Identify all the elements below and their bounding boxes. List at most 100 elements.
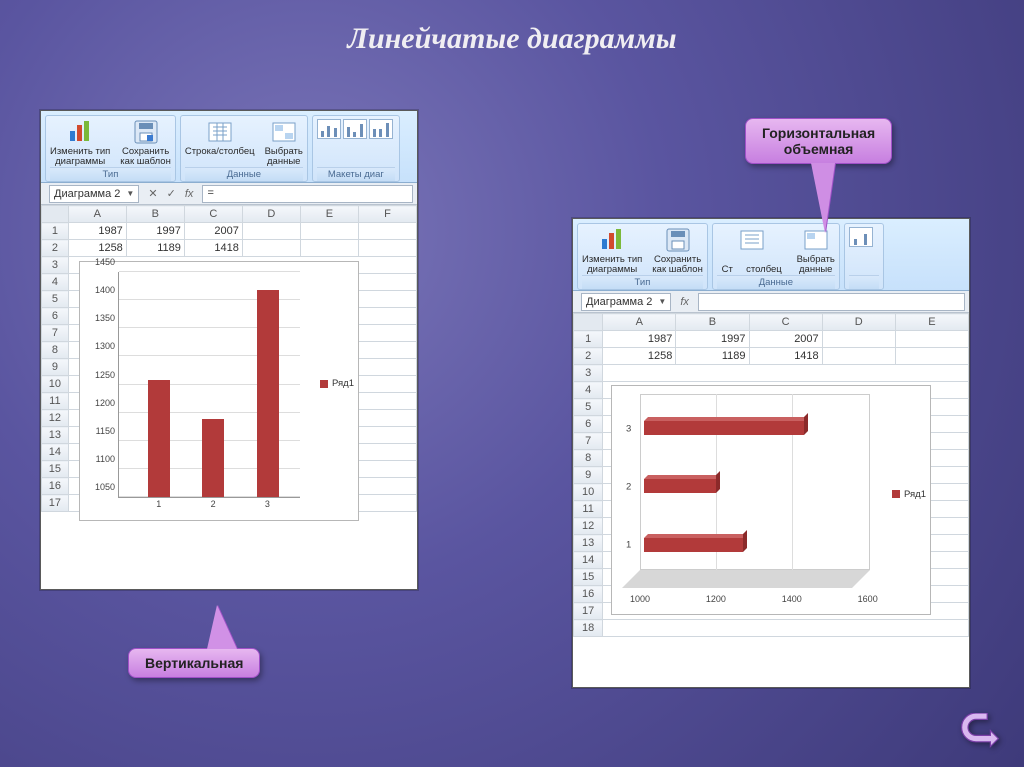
row-header[interactable]: 4 [42,274,69,291]
back-arrow-button[interactable] [960,713,1006,753]
formula-bar[interactable] [698,293,965,311]
row-header[interactable]: 12 [574,518,603,535]
fx-icon[interactable]: fx [185,188,194,200]
cell[interactable]: 1997 [126,223,184,240]
formula-bar[interactable]: = [202,185,413,203]
cancel-icon[interactable]: ✕ [148,188,157,200]
row-header[interactable]: 9 [42,359,69,376]
cell[interactable] [300,223,358,240]
cell[interactable] [822,348,895,365]
row-header[interactable]: 6 [42,308,69,325]
col-header[interactable]: B [676,314,749,331]
cell[interactable] [358,240,416,257]
embedded-chart-vertical-bar[interactable]: 1050 1100 1150 1200 1250 1300 1350 1400 … [79,261,359,521]
slide-title: Линейчатые диаграммы [0,22,1024,56]
row-header[interactable]: 10 [42,376,69,393]
cell[interactable] [895,348,968,365]
row-header[interactable]: 2 [42,240,69,257]
col-header[interactable]: F [358,206,416,223]
row-header[interactable]: 9 [574,467,603,484]
row-header[interactable]: 17 [574,603,603,620]
col-header[interactable]: C [184,206,242,223]
col-header[interactable]: A [68,206,126,223]
select-all-corner[interactable] [574,314,603,331]
col-header[interactable]: B [126,206,184,223]
name-box[interactable]: Диаграмма 2▼ [581,293,671,311]
fx-icon[interactable]: fx [680,296,689,308]
spreadsheet-grid-left[interactable]: A B C D E F 1 1987 1997 2007 2 1258 1189… [41,205,417,589]
spreadsheet-grid-right[interactable]: A B C D E 1 1987 1997 2007 2 1258 1189 1… [573,313,969,687]
hbar-3 [644,421,804,435]
row-header[interactable]: 1 [42,223,69,240]
row-header[interactable]: 6 [574,416,603,433]
col-header[interactable]: C [749,314,822,331]
row-header[interactable]: 5 [42,291,69,308]
col-header[interactable]: D [822,314,895,331]
switch-row-col-button[interactable]: Строка/столбец Ст столбец [717,227,787,274]
name-box[interactable]: Диаграмма 2▼ [49,185,139,203]
chart-layouts-gallery[interactable] [317,119,395,139]
change-chart-type-button[interactable]: Изменить тип диаграммы [582,227,642,274]
col-header[interactable]: E [300,206,358,223]
row-header[interactable]: 17 [42,495,69,512]
row-header[interactable]: 13 [574,535,603,552]
col-header[interactable]: E [895,314,968,331]
row-header[interactable]: 11 [42,393,69,410]
row-header[interactable]: 14 [574,552,603,569]
cell[interactable]: 2007 [184,223,242,240]
cell[interactable]: 1418 [749,348,822,365]
cell[interactable] [242,223,300,240]
cell[interactable]: 1987 [68,223,126,240]
col-header[interactable]: D [242,206,300,223]
chart-layouts-gallery[interactable] [849,227,879,247]
save-template-icon [665,227,691,253]
row-header[interactable]: 10 [574,484,603,501]
cell[interactable]: 1987 [603,331,676,348]
cell[interactable]: 1258 [68,240,126,257]
ribbon-group-type: Изменить тип диаграммы Сохранить как шаб… [577,223,708,290]
row-header[interactable]: 8 [42,342,69,359]
row-header[interactable]: 2 [574,348,603,365]
cell[interactable] [300,240,358,257]
cell[interactable] [358,223,416,240]
cell[interactable] [822,331,895,348]
cell[interactable]: 1258 [603,348,676,365]
change-chart-type-button[interactable]: Изменить тип диаграммы [50,119,110,166]
cell[interactable]: 2007 [749,331,822,348]
row-header[interactable]: 14 [42,444,69,461]
row-header[interactable]: 8 [574,450,603,467]
cell[interactable]: 1997 [676,331,749,348]
callout-horizontal-3d: Горизонтальная объемная [745,118,892,164]
row-header[interactable]: 11 [574,501,603,518]
cell[interactable]: 1189 [676,348,749,365]
select-data-button[interactable]: Выбрать данные [265,119,303,166]
row-header[interactable]: 16 [574,586,603,603]
row-header[interactable]: 3 [42,257,69,274]
col-header[interactable]: A [603,314,676,331]
cell[interactable]: 1418 [184,240,242,257]
select-all-corner[interactable] [42,206,69,223]
select-data-button[interactable]: Выбрать данные [797,227,835,274]
row-header[interactable]: 18 [574,620,603,637]
row-header[interactable]: 15 [574,569,603,586]
row-header[interactable]: 1 [574,331,603,348]
row-header[interactable]: 16 [42,478,69,495]
row-header[interactable]: 7 [42,325,69,342]
switch-row-col-button[interactable]: Строка/столбец [185,119,255,166]
row-header[interactable]: 4 [574,382,603,399]
cell[interactable]: 1189 [126,240,184,257]
save-as-template-button[interactable]: Сохранить как шаблон [120,119,171,166]
embedded-chart-horizontal-3d-bar[interactable]: 3 2 1 1000 1200 1400 1600 Ряд1 [611,385,931,615]
row-header[interactable]: 5 [574,399,603,416]
cell[interactable] [242,240,300,257]
save-as-template-button[interactable]: Сохранить как шаблон [652,227,703,274]
row-header[interactable]: 12 [42,410,69,427]
cell[interactable] [895,331,968,348]
row-header[interactable]: 3 [574,365,603,382]
row-header[interactable]: 13 [42,427,69,444]
switch-rowcol-icon [207,119,233,145]
enter-icon[interactable]: ✓ [167,188,176,200]
row-header[interactable]: 15 [42,461,69,478]
ribbon-group-label-type: Тип [582,275,703,289]
row-header[interactable]: 7 [574,433,603,450]
